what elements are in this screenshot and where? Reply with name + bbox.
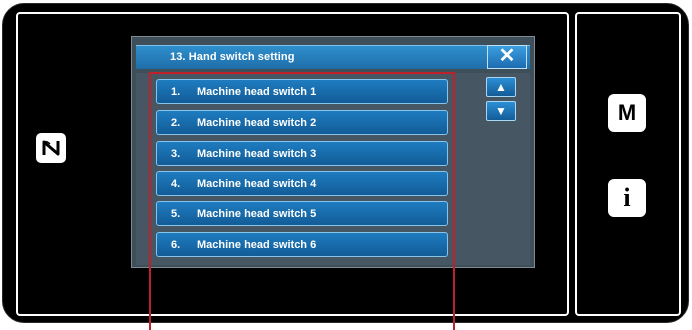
switch-list: 1. Machine head switch 1 2. Machine head… bbox=[136, 73, 530, 265]
item-label: Machine head switch 6 bbox=[197, 239, 317, 251]
mode-key-button[interactable]: M bbox=[608, 94, 646, 132]
mode-key-label: M bbox=[617, 100, 637, 125]
lcd-screen: 13. Hand switch setting ✕ 1. Machine hea… bbox=[131, 36, 535, 268]
title-bar: 13. Hand switch setting bbox=[136, 45, 530, 69]
item-number: 2. bbox=[171, 117, 181, 129]
list-item-machine-head-switch-4[interactable]: 4. Machine head switch 4 bbox=[156, 171, 448, 196]
scroll-up-icon: ▲ bbox=[495, 80, 507, 94]
info-key-label: i bbox=[623, 183, 631, 212]
info-key-button[interactable]: i bbox=[608, 179, 646, 217]
item-number: 4. bbox=[171, 178, 181, 190]
scroll-up-button[interactable]: ▲ bbox=[486, 77, 516, 97]
scroll-down-icon: ▼ bbox=[495, 104, 507, 118]
item-label: Machine head switch 2 bbox=[197, 117, 317, 129]
list-item-machine-head-switch-1[interactable]: 1. Machine head switch 1 bbox=[156, 79, 448, 104]
item-number: 3. bbox=[171, 148, 181, 160]
item-number: 1. bbox=[171, 86, 181, 98]
item-number: 5. bbox=[171, 208, 181, 220]
nfc-icon bbox=[36, 133, 66, 163]
list-item-machine-head-switch-2[interactable]: 2. Machine head switch 2 bbox=[156, 110, 448, 135]
scroll-down-button[interactable]: ▼ bbox=[486, 101, 516, 121]
close-button[interactable]: ✕ bbox=[487, 45, 527, 69]
close-icon: ✕ bbox=[498, 45, 516, 67]
list-item-machine-head-switch-5[interactable]: 5. Machine head switch 5 bbox=[156, 201, 448, 226]
item-label: Machine head switch 3 bbox=[197, 148, 317, 160]
item-number: 6. bbox=[171, 239, 181, 251]
item-label: Machine head switch 1 bbox=[197, 86, 317, 98]
item-label: Machine head switch 4 bbox=[197, 178, 317, 190]
item-label: Machine head switch 5 bbox=[197, 208, 317, 220]
list-item-machine-head-switch-3[interactable]: 3. Machine head switch 3 bbox=[156, 141, 448, 166]
side-key-panel bbox=[575, 12, 681, 316]
screen-title: 13. Hand switch setting bbox=[170, 51, 295, 63]
list-item-machine-head-switch-6[interactable]: 6. Machine head switch 6 bbox=[156, 232, 448, 257]
